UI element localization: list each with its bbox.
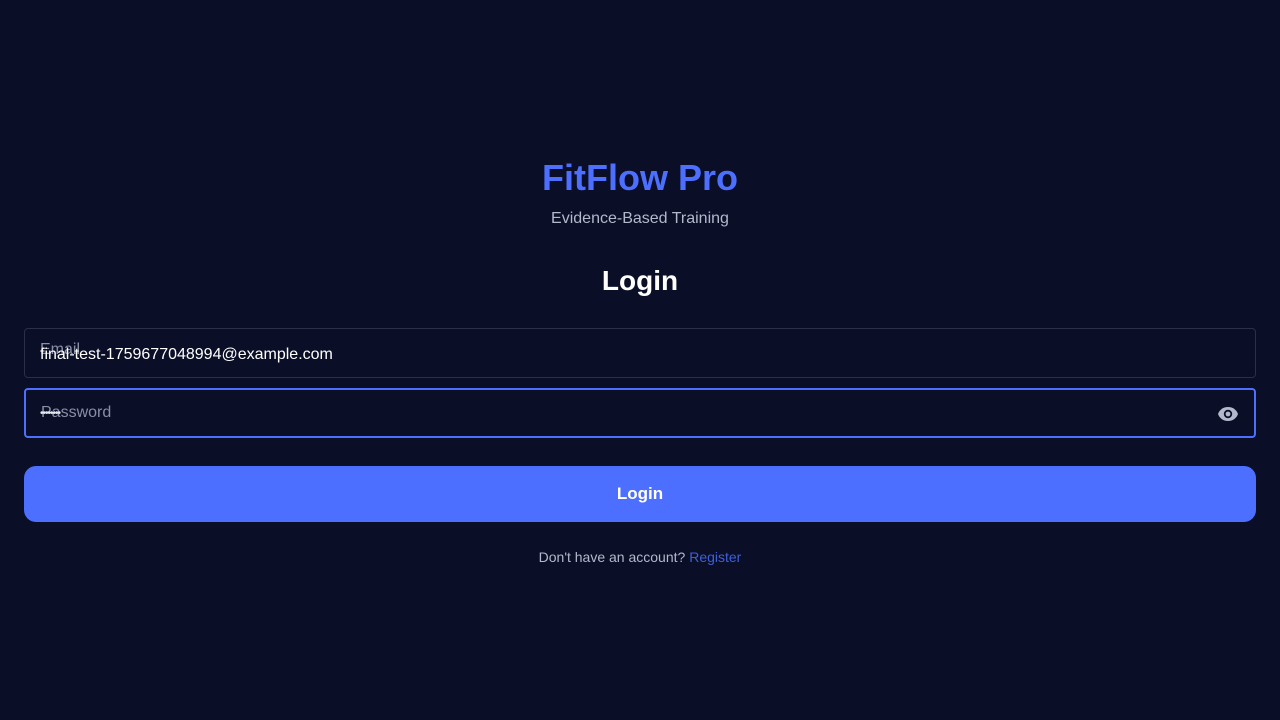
eye-icon[interactable] [1216, 402, 1240, 426]
email-field[interactable]: Email final-test-1759677048994@example.c… [24, 328, 1256, 378]
app-title: FitFlow Pro [542, 157, 738, 198]
email-value: final-test-1759677048994@example.com [40, 346, 333, 363]
password-value: •••••••• [40, 408, 61, 419]
register-link[interactable]: Register [689, 549, 741, 565]
register-prompt-text: Don't have an account? [538, 549, 686, 565]
login-page: FitFlow Pro Evidence-Based Training Logi… [0, 0, 1280, 720]
login-button[interactable]: Login [24, 466, 1256, 522]
app-subtitle: Evidence-Based Training [551, 210, 729, 227]
login-heading: Login [601, 265, 679, 296]
password-field[interactable]: Password •••••••• [24, 388, 1256, 438]
register-prompt: Don't have an account? Register [0, 548, 1280, 566]
